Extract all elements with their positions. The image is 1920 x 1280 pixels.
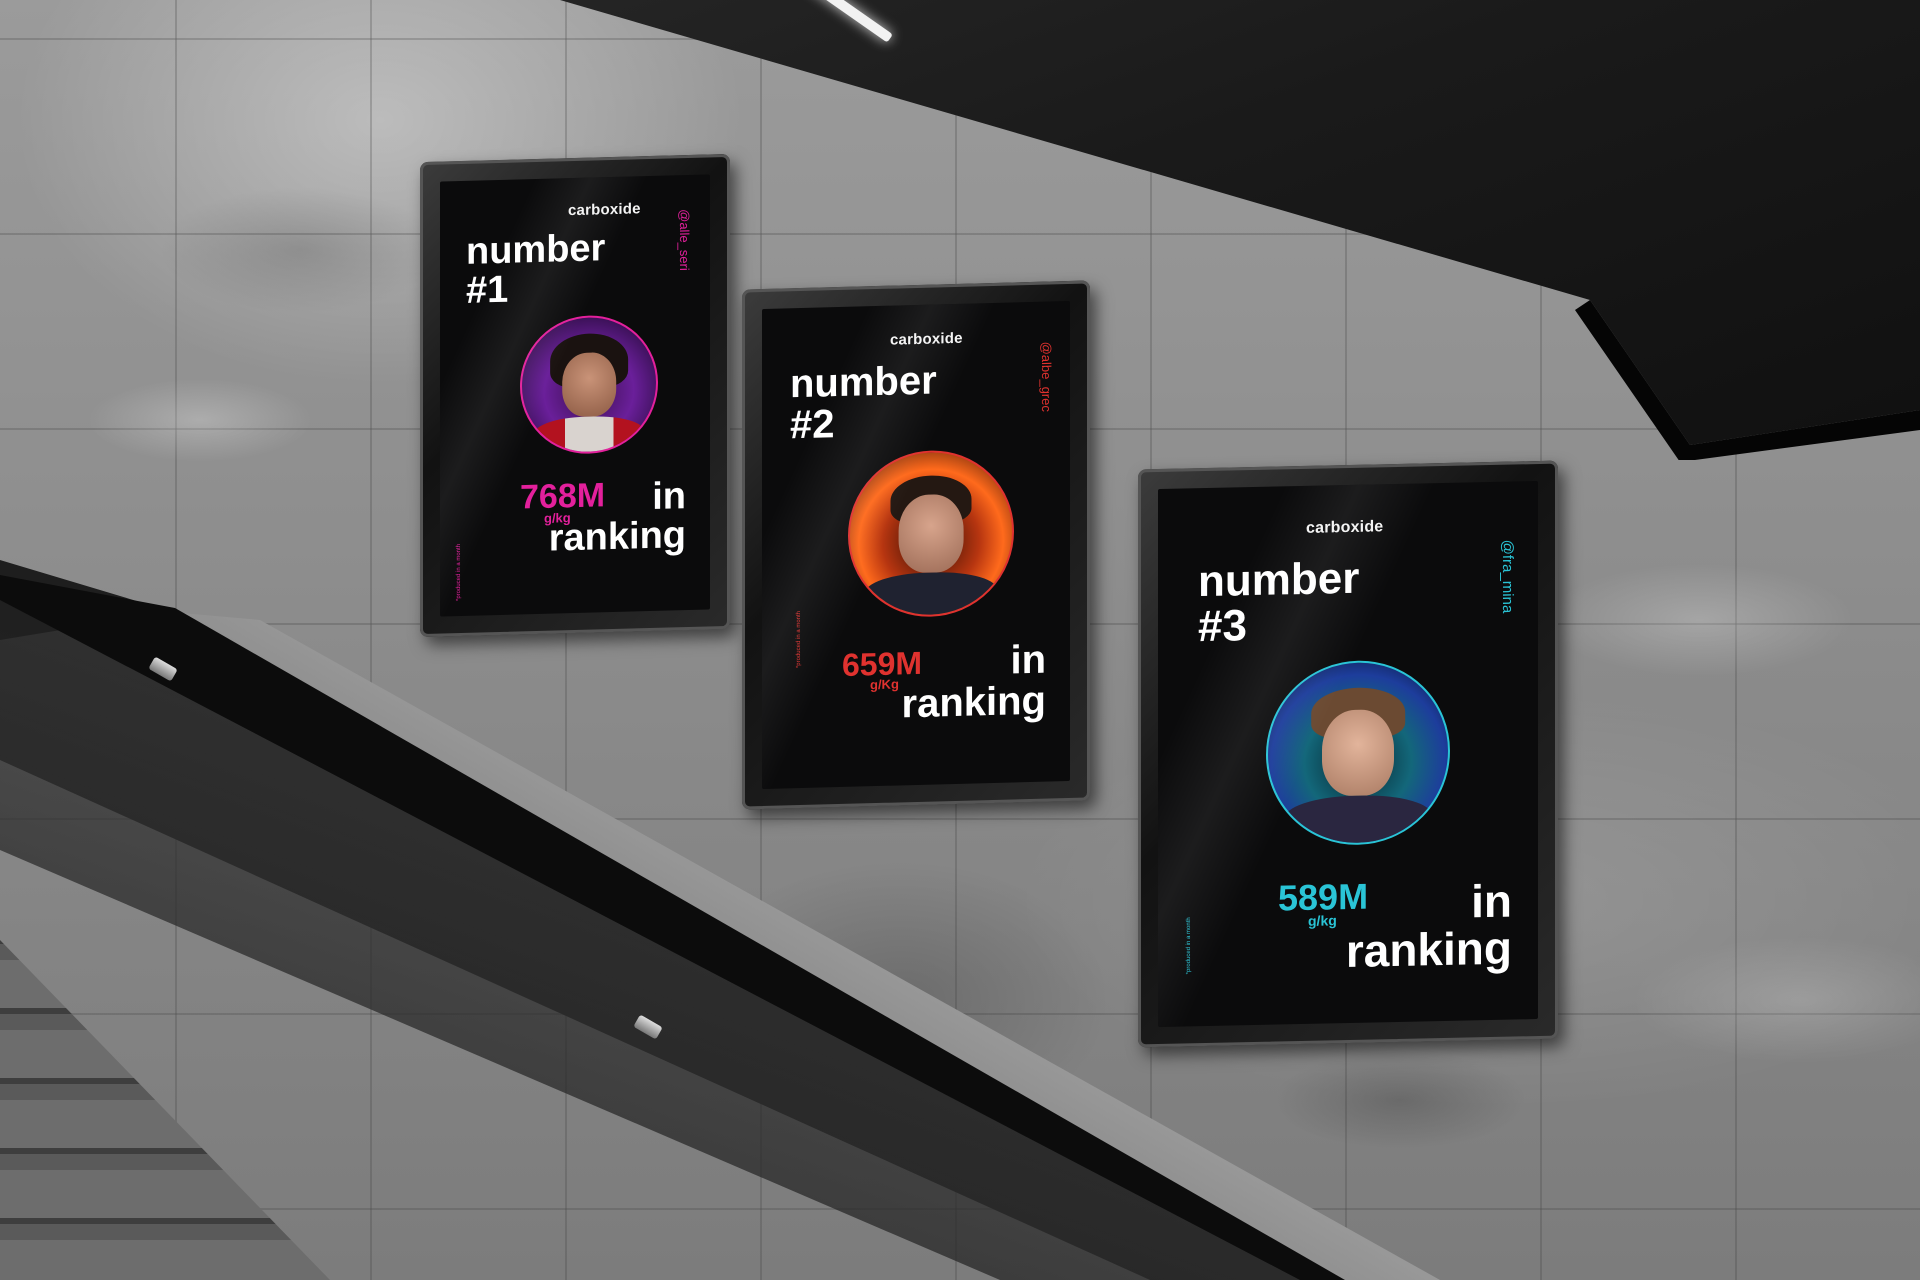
ranking-line-1: in bbox=[1471, 874, 1512, 928]
ranking-text: in ranking bbox=[901, 637, 1046, 727]
headline: number #2 bbox=[790, 358, 937, 448]
unit: g/kg bbox=[1308, 912, 1337, 929]
headline-line-1: number bbox=[466, 227, 606, 273]
ranking-text: in ranking bbox=[1345, 874, 1512, 977]
poster-frame-1: carboxide @alle_seri number #1 768M g/kg… bbox=[420, 153, 730, 638]
portrait bbox=[1266, 658, 1450, 847]
ranking-line-2: ranking bbox=[901, 678, 1046, 727]
face bbox=[1322, 708, 1394, 797]
poster-frame-2: carboxide @albe_grec number #2 659M g/Kg… bbox=[742, 280, 1090, 810]
headline-line-1: number bbox=[1198, 553, 1360, 607]
ranking-text: in ranking bbox=[548, 475, 686, 560]
poster-1: carboxide @alle_seri number #1 768M g/kg… bbox=[440, 174, 710, 617]
brand-logo: carboxide bbox=[1306, 518, 1384, 537]
unit: g/Kg bbox=[870, 676, 899, 693]
poster-2: carboxide @albe_grec number #2 659M g/Kg… bbox=[762, 300, 1070, 790]
ranking-line-1: in bbox=[652, 475, 686, 518]
footnote: *produced in a month bbox=[1186, 917, 1192, 975]
face bbox=[562, 351, 616, 418]
jacket bbox=[534, 415, 644, 454]
footnote: *produced in a month bbox=[456, 543, 462, 602]
headline-line-2: #1 bbox=[466, 268, 509, 312]
ranking-line-2: ranking bbox=[1345, 921, 1512, 977]
social-handle: @fra_mina bbox=[1499, 539, 1516, 614]
face bbox=[898, 493, 964, 574]
headline-line-2: #3 bbox=[1198, 600, 1247, 652]
hoodie bbox=[864, 570, 998, 617]
headline: number #1 bbox=[466, 227, 606, 312]
portrait bbox=[848, 448, 1014, 619]
footnote: *produced in a month bbox=[796, 610, 802, 669]
poster-frame-3: carboxide @fra_mina number #3 589M g/kg … bbox=[1138, 460, 1558, 1048]
headline: number #3 bbox=[1198, 553, 1360, 652]
portrait bbox=[520, 313, 658, 456]
social-handle: @alle_seri bbox=[677, 208, 692, 271]
social-handle: @albe_grec bbox=[1039, 341, 1054, 413]
brand-logo: carboxide bbox=[890, 329, 963, 349]
headline-line-1: number bbox=[790, 358, 937, 407]
ranking-line-2: ranking bbox=[548, 513, 686, 560]
ranking-line-1: in bbox=[1010, 637, 1046, 683]
poster-3: carboxide @fra_mina number #3 589M g/kg … bbox=[1158, 481, 1538, 1027]
tshirt bbox=[1284, 794, 1432, 845]
headline-line-2: #2 bbox=[790, 401, 835, 448]
brand-logo: carboxide bbox=[568, 200, 641, 220]
